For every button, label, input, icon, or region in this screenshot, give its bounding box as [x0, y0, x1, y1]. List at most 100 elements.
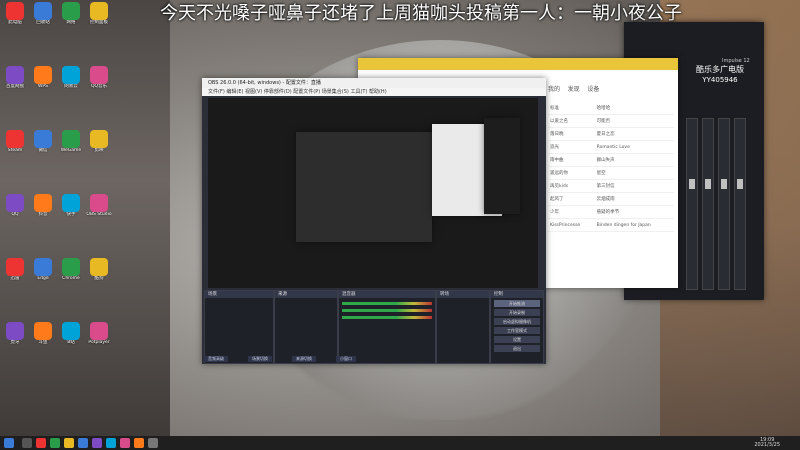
desktop-icon[interactable]: Steam [2, 130, 28, 153]
song-row[interactable]: 追光 Romantic Love [548, 140, 674, 154]
app-icon [90, 2, 108, 20]
desktop-icon[interactable]: 斗鱼 [30, 322, 56, 345]
start-icon[interactable] [4, 438, 14, 448]
obs-control-button[interactable]: 开始推流 [494, 300, 540, 307]
system-tray-clock[interactable]: 19:09 2021/3/25 [754, 438, 780, 448]
desktop-icon[interactable]: WeGame [58, 130, 84, 153]
taskbar-app-icon[interactable] [78, 438, 88, 448]
taskbar-app-icon[interactable] [148, 438, 158, 448]
song-row[interactable]: 标准 哈哈哈 [548, 102, 674, 115]
obs-sources-dock[interactable]: 来源 [274, 290, 338, 364]
desktop-icon[interactable]: 虎牙 [2, 322, 28, 345]
obs-mixer-dock[interactable]: 混音器 [338, 290, 436, 364]
desktop-icon-label: 控制面板 [90, 20, 108, 25]
taskbar-app-icon[interactable] [36, 438, 46, 448]
song-row[interactable]: 雨中曲 群山失声 [548, 153, 674, 167]
song-row[interactable]: 遥远的你 星空 [548, 166, 674, 180]
desktop-icon[interactable]: QQ音乐 [86, 66, 112, 89]
desktop-icon[interactable]: 抖音 [30, 194, 56, 217]
desktop-icon[interactable]: Chrome [58, 258, 84, 281]
desktop-icon[interactable]: B站 [58, 322, 84, 345]
app-icon [62, 130, 80, 148]
desktop-icon[interactable]: 快手 [58, 194, 84, 217]
song-row[interactable]: KissPrincesse Binden dingen for Japan [548, 218, 674, 232]
desktop-icon-label: 回收站 [36, 20, 50, 25]
desktop-icon[interactable]: 控制面板 [86, 2, 112, 25]
obs-menu-bar[interactable]: 文件(F) 编辑(E) 视图(V) 停靠部件(D) 配置文件(P) 场景集合(S… [202, 88, 546, 96]
mixer-fader[interactable] [718, 118, 730, 290]
obs-dock-tab[interactable]: 小窗口 [336, 356, 356, 362]
desktop-icon[interactable]: WPS [30, 66, 56, 89]
taskbar: 19:09 2021/3/25 [0, 436, 800, 450]
desktop-icon[interactable]: 网易云 [58, 66, 84, 89]
desktop-icon[interactable]: QQ [2, 194, 28, 217]
obs-sources-header: 来源 [275, 291, 337, 298]
song-title: 追光 [548, 140, 595, 154]
desktop-icon[interactable]: 酷狗 [86, 258, 112, 281]
app-icon [62, 2, 80, 20]
song-row[interactable]: 以爱之名 可能否 [548, 114, 674, 128]
obs-control-button[interactable]: 工作室模式 [494, 327, 540, 334]
song-artist: Romantic Love [594, 140, 674, 154]
song-row[interactable]: 少年 悬疑的季节 [548, 205, 674, 219]
song-title: 遥远的你 [548, 166, 595, 180]
obs-control-button[interactable]: 退出 [494, 345, 540, 352]
taskbar-app-icon[interactable] [64, 438, 74, 448]
obs-transitions-dock[interactable]: 转场 [436, 290, 490, 364]
music-nav-device[interactable]: 设备 [587, 86, 599, 93]
desktop-icon-label: 网络 [66, 20, 76, 25]
obs-control-button[interactable]: 启动虚拟摄像机 [494, 318, 540, 325]
obs-scenes-dock[interactable]: 场景 [204, 290, 274, 364]
obs-control-button[interactable]: 设置 [494, 336, 540, 343]
taskbar-app-icon[interactable] [50, 438, 60, 448]
desktop-icon-grid: 此电脑 回收站 网络 控制面板百度网盘 WPS 网易云 QQ音乐 Steam 微信 WeGame 剪… [2, 2, 122, 420]
taskbar-app-icon[interactable] [92, 438, 102, 448]
song-artist: 可能否 [594, 114, 674, 128]
desktop-icon[interactable]: 回收站 [30, 2, 56, 25]
desktop-icon[interactable]: 网络 [58, 2, 84, 25]
song-artist: 星空 [594, 166, 674, 180]
desktop-icon[interactable]: 迅雷 [2, 258, 28, 281]
obs-controls-header: 控制 [491, 291, 543, 298]
taskbar-app-icon[interactable] [120, 438, 130, 448]
desktop-icon[interactable]: Potplayer [86, 322, 112, 345]
mixer-fader[interactable] [702, 118, 714, 290]
desktop-icon-label: B站 [67, 340, 75, 345]
obs-dock-tab[interactable]: 场景切换 [248, 356, 272, 362]
music-nav-mine[interactable]: 我的 [548, 86, 560, 93]
song-row[interactable]: 起风了 云烟成雨 [548, 192, 674, 206]
mixer-brand: 酷乐多广电版 [696, 65, 744, 74]
song-row[interactable]: 再见kids 第三封信 [548, 179, 674, 193]
desktop-icon[interactable]: 百度网盘 [2, 66, 28, 89]
mixer-fader[interactable] [686, 118, 698, 290]
song-row[interactable]: 落日晚 夏日之恋 [548, 127, 674, 141]
obs-dock-tab[interactable]: 来源切换 [292, 356, 316, 362]
music-nav-discover[interactable]: 发现 [568, 86, 580, 93]
desktop-icon-label: QQ [11, 212, 19, 217]
song-artist: 云烟成雨 [594, 192, 674, 206]
music-title-bar[interactable] [358, 58, 678, 70]
obs-controls-dock[interactable]: 控制 开始推流开始录制启动虚拟摄像机 工作室模式设置退出 [490, 290, 544, 364]
desktop-icon[interactable]: 剪映 [86, 130, 112, 153]
song-artist: Binden dingen for Japan [594, 218, 674, 232]
obs-control-button[interactable]: 开始录制 [494, 309, 540, 316]
desktop-icon[interactable]: 微信 [30, 130, 56, 153]
obs-dock-tab[interactable]: 音频高级 [204, 356, 228, 362]
desktop-icon[interactable]: Edge [30, 258, 56, 281]
mixer-fader[interactable] [734, 118, 746, 290]
obs-title-bar[interactable]: OBS 26.0.0 (64-bit, windows) - 配置文件：直播 [202, 78, 546, 88]
app-icon [34, 258, 52, 276]
taskbar-app-icon[interactable] [106, 438, 116, 448]
song-title: 少年 [548, 205, 595, 219]
desktop-icon[interactable]: OBS Studio [86, 194, 112, 217]
app-icon [34, 66, 52, 84]
song-artist: 第三封信 [594, 179, 674, 193]
app-icon [62, 322, 80, 340]
desktop-icon[interactable]: 此电脑 [2, 2, 28, 25]
taskbar-app-icon[interactable] [22, 438, 32, 448]
desktop-icon-label: 网易云 [64, 84, 78, 89]
taskbar-app-icon[interactable] [134, 438, 144, 448]
mixer-code: YY405946 [702, 76, 738, 84]
obs-mixer-header: 混音器 [339, 291, 435, 298]
app-icon [90, 194, 108, 212]
